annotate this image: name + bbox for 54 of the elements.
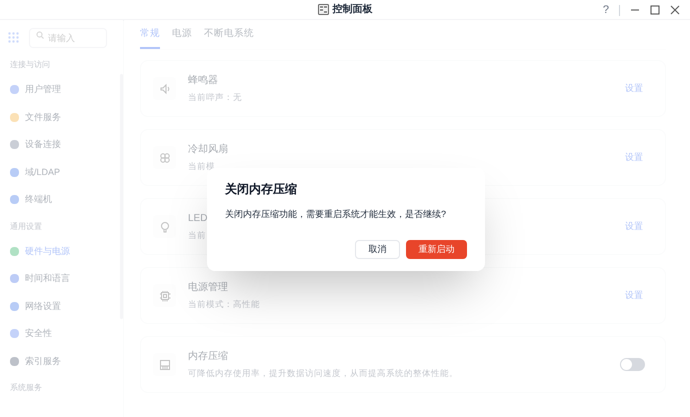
sidebar-item[interactable]: 网络设置: [10, 292, 110, 320]
chip-icon: [158, 288, 172, 302]
settings-link[interactable]: 设置: [625, 220, 643, 234]
setting-title: LED: [188, 212, 208, 226]
settings-link[interactable]: 设置: [625, 288, 643, 302]
setting-title: 蜂鸣器: [188, 74, 218, 88]
sidebar-item[interactable]: 安全性: [10, 320, 110, 348]
tab[interactable]: 不断电系统: [204, 26, 254, 49]
settings-link[interactable]: 设置: [625, 82, 643, 96]
cancel-button[interactable]: 取消: [355, 240, 400, 259]
toggle-switch[interactable]: [620, 358, 645, 371]
item-icon: [10, 195, 19, 204]
search-icon: [36, 31, 44, 39]
setting-title: 内存压缩: [188, 350, 228, 364]
setting-description: 当前哔声：无: [188, 91, 242, 104]
section-header: 系统服务: [10, 382, 43, 394]
dialog-message: 关闭内存压缩功能，需要重启系统才能生效，是否继续?: [225, 208, 448, 221]
app-icon: [318, 4, 328, 15]
sidebar-item[interactable]: 硬件与电源: [10, 238, 110, 265]
speaker-icon: [158, 82, 172, 96]
sidebar-item[interactable]: 终端机: [10, 186, 110, 214]
restart-button[interactable]: 重新启动: [406, 240, 467, 259]
floppy-icon: [158, 358, 172, 372]
sidebar-item[interactable]: 域/LDAP: [10, 158, 110, 186]
setting-title: 电源管理: [188, 280, 228, 296]
settings-link[interactable]: 设置: [625, 150, 643, 164]
window-title: 控制面板: [332, 2, 372, 17]
item-icon: [10, 356, 19, 366]
maximize-icon[interactable]: [650, 5, 660, 15]
sidebar-item[interactable]: 设备连接: [10, 131, 110, 158]
item-icon: [10, 112, 19, 122]
item-icon: [10, 302, 19, 311]
item-icon: [10, 274, 19, 284]
fan-icon: [158, 150, 172, 164]
item-icon: [10, 168, 19, 177]
item-icon: [10, 140, 19, 150]
tab[interactable]: 电源: [172, 26, 192, 49]
help-button[interactable]: ?: [602, 4, 609, 16]
setting-description: 当前: [188, 229, 206, 242]
dialog-title: 关闭内存压缩: [225, 181, 298, 198]
close-icon[interactable]: [670, 5, 680, 15]
sidebar-item[interactable]: 文件服务: [10, 104, 110, 131]
setting-description: 当前模式：高性能: [188, 298, 260, 311]
section-header: 通用设置: [10, 220, 43, 232]
sidebar-item[interactable]: 时间和语言: [10, 265, 110, 292]
setting-title: 冷却风扇: [188, 142, 228, 158]
item-icon: [10, 329, 19, 338]
sidebar-item[interactable]: 索引服务: [10, 348, 110, 375]
tab[interactable]: 常规: [140, 26, 160, 49]
setting-description: 可降低内存使用率，提升数据访问速度，从而提高系统的整体性能。: [188, 367, 458, 380]
sidebar-item[interactable]: 用户管理: [10, 76, 110, 104]
item-icon: [10, 246, 19, 256]
section-header: 连接与访问: [10, 59, 51, 71]
item-icon: [10, 85, 19, 94]
